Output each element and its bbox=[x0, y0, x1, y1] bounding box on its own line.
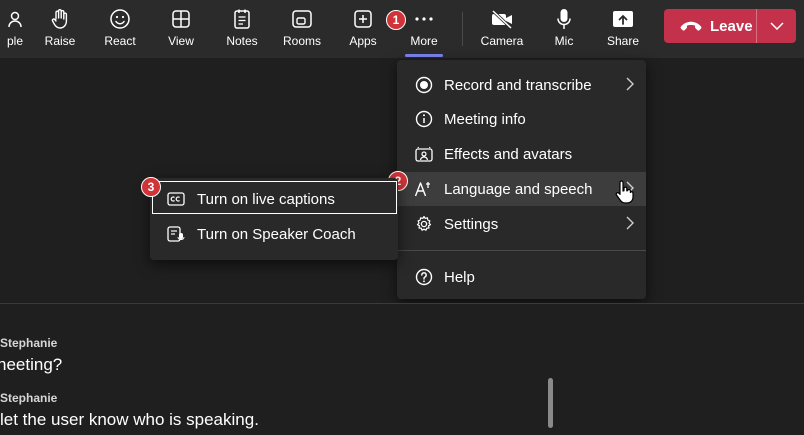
leave-options-button[interactable] bbox=[757, 9, 796, 43]
people-icon bbox=[0, 8, 24, 30]
more-ellipsis-icon bbox=[412, 8, 436, 30]
share-button[interactable]: Share bbox=[603, 0, 643, 58]
caption-speaker: Stephanie bbox=[0, 391, 58, 405]
menu-item-label: Language and speech bbox=[444, 180, 593, 198]
rooms-icon bbox=[290, 8, 314, 30]
camera-label: Camera bbox=[480, 34, 524, 48]
share-screen-icon bbox=[611, 8, 635, 30]
leave-label: Leave bbox=[710, 17, 753, 35]
view-label: View bbox=[168, 34, 194, 48]
menu-item-label: Settings bbox=[444, 215, 499, 233]
step-badge-3: 3 bbox=[141, 177, 161, 197]
camera-button[interactable]: Camera bbox=[480, 0, 524, 58]
menu-item-label: Help bbox=[444, 268, 475, 286]
menu-item-label: Meeting info bbox=[444, 110, 526, 128]
record-icon bbox=[413, 76, 435, 94]
chevron-right-icon bbox=[626, 216, 634, 230]
meeting-toolbar: ple Raise React View Notes Rooms Apps Mo… bbox=[0, 0, 804, 58]
caption-text: let the user know who is speaking. bbox=[0, 410, 259, 429]
more-active-indicator bbox=[405, 54, 443, 57]
hand-cursor-icon bbox=[614, 180, 634, 204]
caption-text: neeting? bbox=[0, 355, 63, 374]
live-captions-panel: Stephanie neeting? Stephanie let the use… bbox=[0, 304, 804, 435]
effects-icon bbox=[413, 146, 435, 162]
menu-item-meeting-info[interactable]: Meeting info bbox=[397, 102, 646, 136]
menu-item-label: Record and transcribe bbox=[444, 76, 592, 94]
people-button[interactable]: ple bbox=[0, 0, 32, 58]
react-button[interactable]: React bbox=[100, 0, 140, 58]
raise-hand-button[interactable]: Raise bbox=[41, 0, 79, 58]
gear-icon bbox=[413, 215, 435, 233]
grid-view-icon bbox=[169, 8, 193, 30]
hang-up-icon bbox=[680, 20, 702, 32]
menu-item-help[interactable]: Help bbox=[397, 260, 646, 294]
notes-button[interactable]: Notes bbox=[222, 0, 262, 58]
add-apps-icon bbox=[351, 8, 375, 30]
rooms-label: Rooms bbox=[282, 34, 321, 48]
apps-button[interactable]: Apps bbox=[344, 0, 382, 58]
camera-off-icon bbox=[490, 8, 514, 30]
speaker-coach-icon bbox=[166, 226, 186, 242]
apps-label: Apps bbox=[349, 34, 377, 48]
menu-item-settings[interactable]: Settings bbox=[397, 207, 646, 241]
info-icon bbox=[413, 110, 435, 128]
more-button[interactable]: More bbox=[404, 0, 444, 58]
mic-label: Mic bbox=[554, 34, 574, 48]
people-label: ple bbox=[6, 34, 23, 48]
menu-item-label: Effects and avatars bbox=[444, 145, 573, 163]
caption-speaker: Stephanie bbox=[0, 336, 58, 350]
hand-icon bbox=[48, 8, 72, 30]
smiley-icon bbox=[108, 8, 132, 30]
share-label: Share bbox=[606, 34, 640, 48]
menu-item-effects-and-avatars[interactable]: Effects and avatars bbox=[397, 137, 646, 171]
menu-item-record-and-transcribe[interactable]: Record and transcribe bbox=[397, 68, 646, 102]
notes-label: Notes bbox=[226, 34, 258, 48]
mic-button[interactable]: Mic bbox=[544, 0, 584, 58]
rooms-button[interactable]: Rooms bbox=[282, 0, 322, 58]
submenu-item-speaker-coach[interactable]: Turn on Speaker Coach bbox=[150, 217, 398, 251]
react-label: React bbox=[104, 34, 136, 48]
leave-button-group: Leave bbox=[664, 9, 796, 43]
captions-scrollbar[interactable] bbox=[548, 378, 553, 428]
more-menu: Record and transcribe Meeting info Effec… bbox=[397, 60, 646, 299]
chevron-right-icon bbox=[626, 77, 634, 91]
toolbar-separator bbox=[462, 12, 463, 46]
language-icon bbox=[413, 180, 435, 198]
notes-icon bbox=[230, 8, 254, 30]
step-badge-1: 1 bbox=[386, 10, 406, 30]
help-icon bbox=[413, 268, 435, 286]
highlight-box bbox=[152, 181, 397, 214]
raise-label: Raise bbox=[44, 34, 76, 48]
chevron-down-icon bbox=[769, 22, 784, 30]
leave-divider bbox=[756, 9, 757, 43]
view-button[interactable]: View bbox=[162, 0, 200, 58]
submenu-item-label: Turn on Speaker Coach bbox=[197, 225, 356, 243]
menu-item-language-and-speech[interactable]: Language and speech bbox=[397, 172, 646, 206]
microphone-icon bbox=[552, 8, 576, 30]
leave-button[interactable]: Leave bbox=[664, 9, 756, 43]
menu-separator bbox=[397, 250, 646, 251]
more-label: More bbox=[410, 34, 438, 48]
